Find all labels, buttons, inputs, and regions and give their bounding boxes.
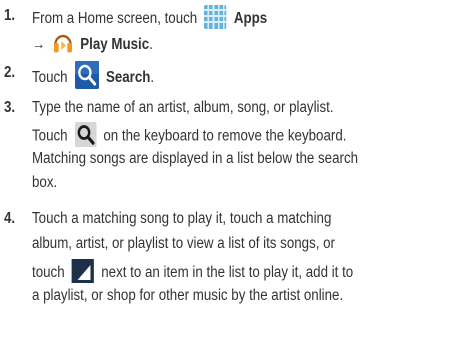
step-4-line-2: album, artist, or playlist to view a lis… bbox=[32, 235, 336, 252]
headphones-icon bbox=[52, 32, 73, 54]
step-4-text: touch bbox=[32, 264, 65, 282]
step-3-line-4: box. bbox=[32, 174, 58, 191]
step-4-line-1: Touch a matching song to play it, touch … bbox=[32, 210, 332, 227]
step-3-text-after-icon: on the keyboard to remove the keyboard. bbox=[103, 127, 347, 145]
apps-grid-icon bbox=[204, 5, 227, 29]
step-4-line-4: a playlist, or shop for other music by t… bbox=[32, 287, 344, 304]
arrow-glyph: → bbox=[32, 36, 46, 54]
step-1-period: . bbox=[149, 36, 153, 54]
step-1-line-2: → Play Music. bbox=[32, 34, 153, 56]
step-number-1: 1. bbox=[4, 7, 16, 24]
step-4-text-after-icon: next to an item in the list to play it, … bbox=[101, 264, 354, 282]
step-number-2: 2. bbox=[4, 64, 16, 81]
keyboard-search-icon bbox=[74, 122, 97, 147]
step-3-line-1: Type the name of an artist, album, song,… bbox=[32, 99, 334, 116]
instruction-document: 1. From a Home screen, touch Apps → Play… bbox=[0, 0, 473, 338]
item-menu-icon bbox=[71, 259, 95, 283]
step-2-text: Touch bbox=[32, 69, 68, 87]
step-3-text: Touch bbox=[32, 127, 68, 145]
step-1-line-1: From a Home screen, touch Apps bbox=[32, 5, 268, 31]
search-label: Search bbox=[105, 69, 151, 87]
step-3-line-2: Touch on the keyboard to remove the keyb… bbox=[32, 122, 347, 149]
step-3-line-3: Matching songs are displayed in a list b… bbox=[32, 150, 359, 167]
step-4-line-3: touch next to an item in the list to pla… bbox=[32, 259, 354, 285]
apps-label: Apps bbox=[233, 10, 268, 28]
step-2-period: . bbox=[150, 69, 155, 87]
step-2-line-1: Touch Search. bbox=[32, 61, 155, 92]
step-number-3: 3. bbox=[4, 99, 16, 116]
step-1-text: From a Home screen, touch bbox=[32, 10, 198, 28]
play-music-label: Play Music bbox=[80, 36, 150, 54]
step-number-4: 4. bbox=[4, 210, 16, 227]
search-icon bbox=[74, 61, 99, 89]
